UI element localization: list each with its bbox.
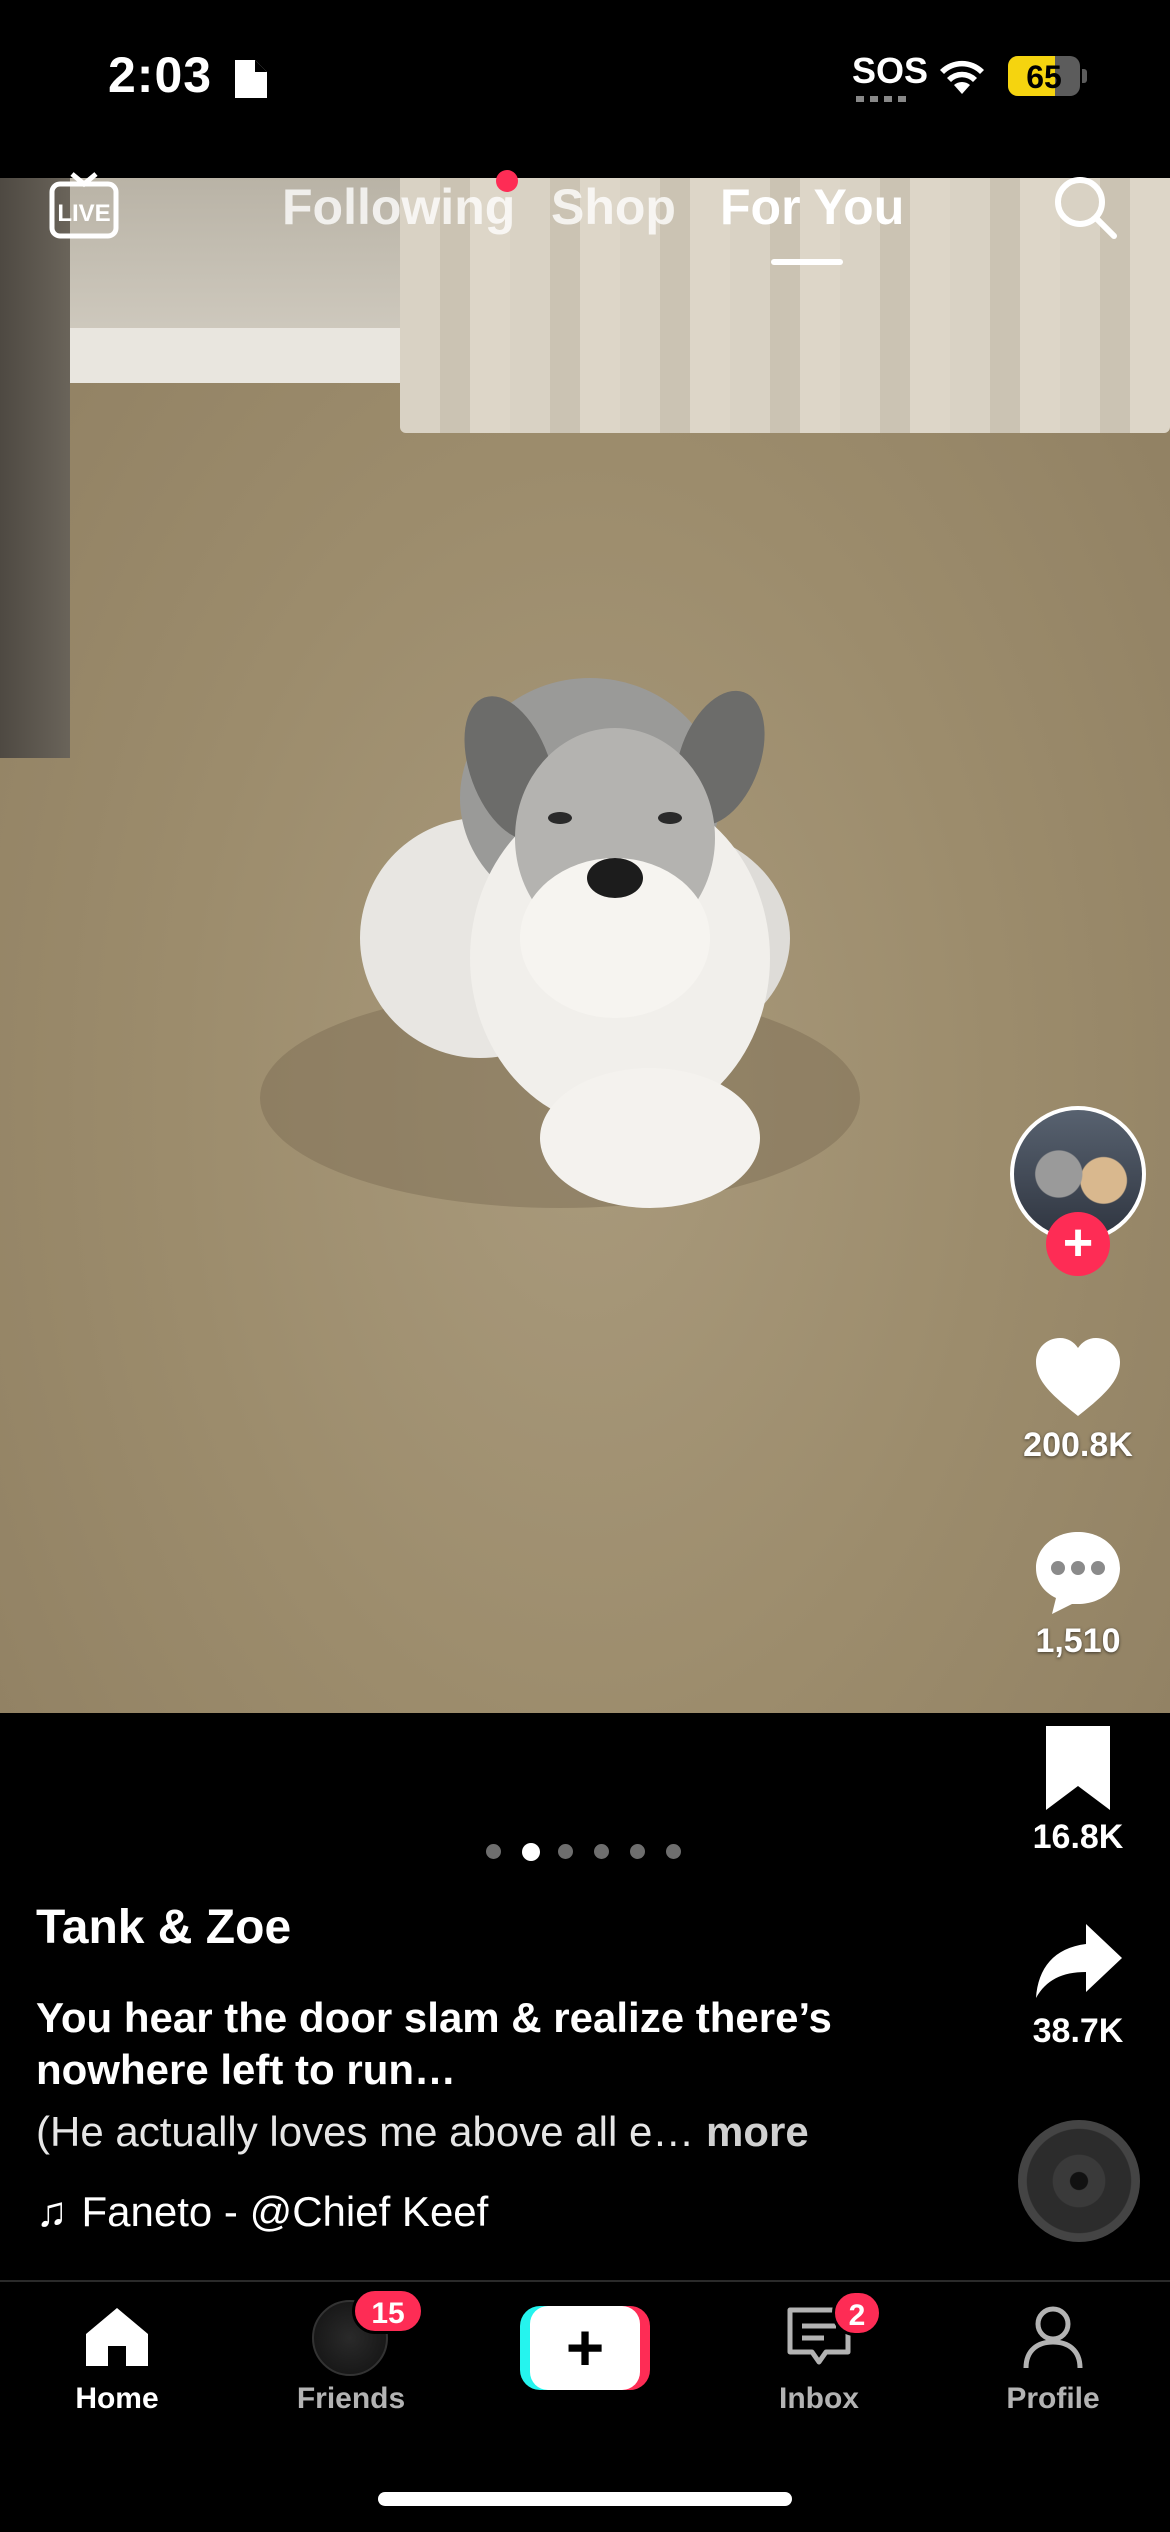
battery-percent: 65 bbox=[1026, 59, 1062, 95]
caption-text: (He actually loves me above all e… bbox=[36, 2108, 695, 2155]
comment-icon[interactable] bbox=[1030, 1524, 1126, 1620]
live-icon[interactable]: LIVE bbox=[48, 170, 120, 242]
tab-shop[interactable]: Shop bbox=[551, 178, 676, 236]
carousel-dot[interactable] bbox=[486, 1844, 501, 1859]
share-count: 38.7K bbox=[1032, 2012, 1124, 2050]
music-disc[interactable] bbox=[1018, 2120, 1140, 2242]
following-notification-dot bbox=[496, 170, 518, 192]
more-link[interactable]: more bbox=[706, 2108, 809, 2155]
friends-label: Friends bbox=[296, 2382, 406, 2415]
heart-icon[interactable] bbox=[1030, 1330, 1126, 1426]
tab-inbox[interactable]: Inbox bbox=[702, 2282, 936, 2432]
save-count: 16.8K bbox=[1032, 1818, 1124, 1856]
wifi-icon bbox=[940, 60, 984, 94]
carousel-dot[interactable] bbox=[594, 1844, 609, 1859]
caption-description: (He actually loves me above all e… more bbox=[36, 2108, 809, 2156]
status-bar: 2:03 SOS 65 bbox=[0, 0, 1170, 178]
battery-indicator: 65 bbox=[1008, 56, 1088, 96]
profile-icon bbox=[1023, 2306, 1083, 2369]
carousel-dot[interactable] bbox=[666, 1844, 681, 1859]
bookmark-icon[interactable] bbox=[1030, 1720, 1126, 1816]
like-count: 200.8K bbox=[1023, 1426, 1133, 1464]
tab-home[interactable]: Home bbox=[0, 2282, 234, 2432]
home-indicator[interactable] bbox=[378, 2492, 792, 2506]
status-time: 2:03 bbox=[108, 47, 213, 103]
sos-indicator: SOS bbox=[852, 50, 929, 91]
active-tab-indicator bbox=[771, 259, 843, 265]
document-icon bbox=[235, 60, 267, 98]
tab-profile[interactable]: Profile bbox=[936, 2282, 1170, 2432]
profile-label: Profile bbox=[1006, 2382, 1100, 2415]
inbox-label: Inbox bbox=[779, 2382, 859, 2415]
carousel-dot[interactable] bbox=[558, 1844, 573, 1859]
create-plus-icon: + bbox=[530, 2306, 640, 2390]
tab-for-you[interactable]: For You bbox=[720, 178, 904, 236]
create-button[interactable]: + bbox=[520, 2306, 650, 2390]
carousel-dot[interactable] bbox=[630, 1844, 645, 1859]
share-icon[interactable] bbox=[1030, 1914, 1126, 2010]
signal-dots bbox=[856, 96, 912, 102]
music-note-icon: ♫ bbox=[36, 2188, 68, 2235]
carousel-dot[interactable] bbox=[522, 1843, 540, 1861]
search-icon[interactable] bbox=[1052, 174, 1120, 242]
svg-text:LIVE: LIVE bbox=[57, 200, 110, 227]
video-player[interactable] bbox=[0, 178, 1170, 1713]
author-name[interactable]: Tank & Zoe bbox=[36, 1900, 291, 1955]
inbox-badge: 2 bbox=[832, 2290, 882, 2336]
comment-count: 1,510 bbox=[1035, 1622, 1121, 1660]
music-track-label: Faneto - @Chief Keef bbox=[81, 2188, 489, 2235]
home-label: Home bbox=[75, 2382, 159, 2415]
friends-badge: 15 bbox=[352, 2288, 424, 2334]
dog-image bbox=[260, 678, 860, 1208]
home-icon bbox=[86, 2308, 148, 2366]
music-track[interactable]: ♫ Faneto - @Chief Keef bbox=[36, 2188, 488, 2236]
caption-title: You hear the door slam & realize there’s… bbox=[36, 1994, 832, 2093]
follow-button[interactable]: + bbox=[1046, 1212, 1110, 1276]
tab-following[interactable]: Following bbox=[282, 178, 515, 236]
